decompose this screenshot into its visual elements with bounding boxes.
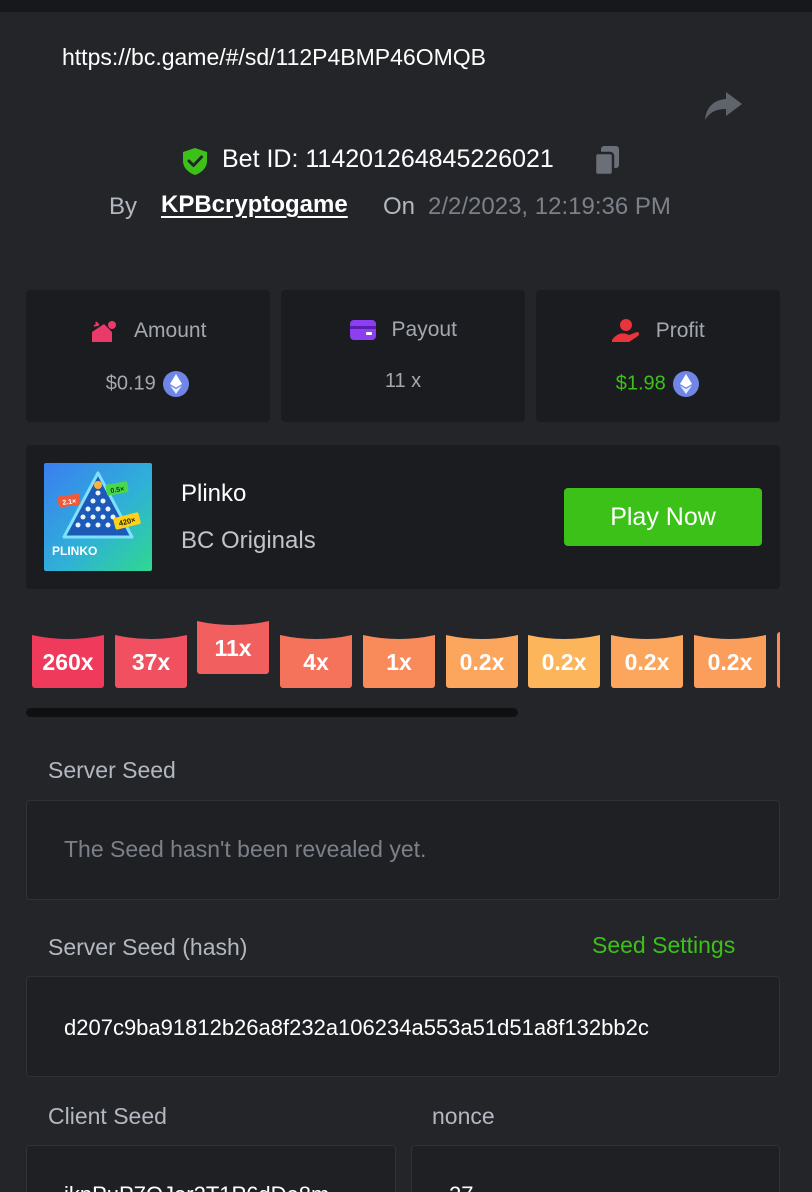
- bet-id: Bet ID: 114201264845226021: [222, 145, 554, 173]
- multiplier-chip: 260x: [32, 631, 104, 688]
- plinko-thumbnail[interactable]: 2.1× 0.5× 420× PLINKO: [44, 463, 152, 571]
- client-seed-value: ikpPuP7QJer2T1P6dDe8m: [64, 1182, 364, 1192]
- bet-meta-row: By KPBcryptogame On 2/2/2023, 12:19:36 P…: [0, 190, 812, 226]
- multiplier-chip: 1x: [363, 631, 435, 688]
- multiplier-chip: 0.2x: [694, 631, 766, 688]
- server-seed-hash-label: Server Seed (hash): [48, 934, 248, 960]
- game-name: Plinko: [181, 480, 247, 507]
- multiplier-chip: 37x: [115, 631, 187, 688]
- eth-icon: [673, 371, 700, 397]
- amount-card: Amount $0.19: [26, 290, 270, 422]
- multiplier-chip: 4x: [280, 631, 352, 688]
- payout-card-icon: [350, 320, 377, 340]
- thumb-title: PLINKO: [52, 544, 97, 558]
- username-link[interactable]: KPBcryptogame: [161, 191, 348, 219]
- bet-id-row: Bet ID: 114201264845226021: [0, 140, 812, 180]
- on-label: On: [383, 193, 416, 220]
- client-seed-field[interactable]: ikpPuP7QJer2T1P6dDe8m: [26, 1145, 396, 1192]
- copy-icon[interactable]: [592, 144, 622, 178]
- nonce-label: nonce: [432, 1103, 495, 1129]
- profit-value: $1.98: [615, 372, 666, 395]
- share-icon[interactable]: [700, 86, 746, 126]
- profit-hand-icon: [612, 319, 640, 342]
- game-card: 2.1× 0.5× 420× PLINKO Plinko BC Original…: [26, 445, 780, 589]
- profit-label: Profit: [655, 319, 705, 342]
- eth-icon: [163, 371, 190, 397]
- payout-value: 11 x: [384, 370, 422, 392]
- multiplier-chip-active: 11x: [197, 617, 269, 674]
- server-seed-value: The Seed hasn't been revealed yet.: [64, 836, 427, 862]
- payout-label: Payout: [391, 318, 457, 341]
- multiplier-chip: 0.2x: [528, 631, 600, 688]
- multiplier-chip: 0.2x: [611, 631, 683, 688]
- by-label: By: [109, 193, 138, 220]
- game-provider: BC Originals: [181, 527, 316, 554]
- server-seed-box: The Seed hasn't been revealed yet.: [26, 800, 780, 900]
- bet-datetime: 2/2/2023, 12:19:36 PM: [428, 193, 671, 220]
- server-seed-hash-value: d207c9ba91812b26a8f232a106234a553a51d51a…: [64, 1015, 649, 1040]
- multiplier-row[interactable]: 260x 37x 11x 4x 1x 0.2x 0.2x 0.2x 0.2x: [26, 612, 780, 696]
- amount-icon: [91, 321, 116, 342]
- multiplier-scrollbar[interactable]: [26, 708, 518, 717]
- verified-shield-icon: [180, 146, 210, 176]
- amount-label: Amount: [134, 319, 207, 342]
- multiplier-chip: 0.2x: [446, 631, 518, 688]
- seed-settings-link[interactable]: Seed Settings: [592, 932, 735, 959]
- top-bar: [0, 0, 812, 12]
- bet-share-url[interactable]: https://bc.game/#/sd/112P4BMP46OMQB: [62, 44, 486, 71]
- amount-value: $0.19: [105, 372, 156, 395]
- play-now-button[interactable]: Play Now: [564, 488, 762, 546]
- nonce-value: 27: [449, 1182, 473, 1192]
- payout-card: Payout 11 x: [281, 290, 525, 422]
- nonce-field[interactable]: 27: [411, 1145, 780, 1192]
- profit-card: Profit $1.98: [536, 290, 780, 422]
- server-seed-label: Server Seed: [48, 757, 176, 783]
- client-seed-label: Client Seed: [48, 1103, 167, 1129]
- server-seed-hash-field[interactable]: d207c9ba91812b26a8f232a106234a553a51d51a…: [26, 976, 780, 1077]
- multiplier-chip-partial: [777, 632, 780, 688]
